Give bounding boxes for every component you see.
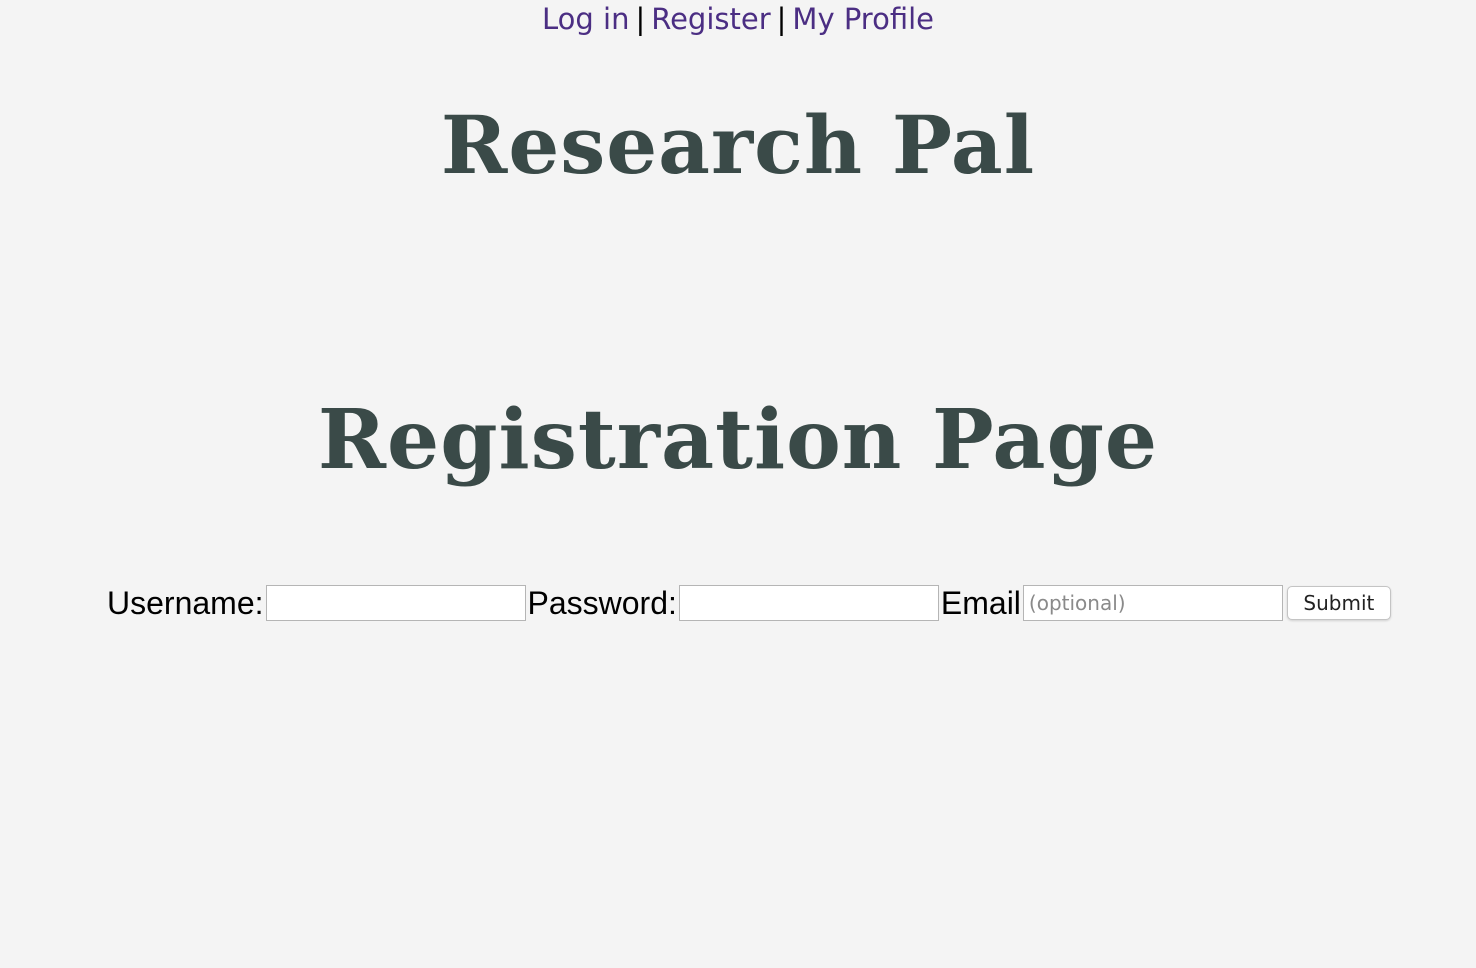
username-label: Username: <box>107 585 264 621</box>
nav-separator: | <box>776 2 787 36</box>
nav-login-link[interactable]: Log in <box>542 2 629 36</box>
top-nav: Log in | Register | My Profile <box>0 0 1476 38</box>
password-label: Password: <box>527 585 677 621</box>
nav-register-link[interactable]: Register <box>651 2 770 36</box>
site-title: Research Pal <box>440 98 1036 192</box>
nav-separator: | <box>635 2 646 36</box>
password-input[interactable] <box>678 585 939 621</box>
nav-my-profile-link[interactable]: My Profile <box>792 2 934 36</box>
registration-form: Username: Password: Email Submit <box>107 583 1391 623</box>
email-label: Email <box>940 585 1021 621</box>
page-title: Registration Page <box>317 392 1159 488</box>
submit-button[interactable]: Submit <box>1286 586 1391 620</box>
username-input[interactable] <box>265 585 526 621</box>
email-input[interactable] <box>1022 585 1283 621</box>
